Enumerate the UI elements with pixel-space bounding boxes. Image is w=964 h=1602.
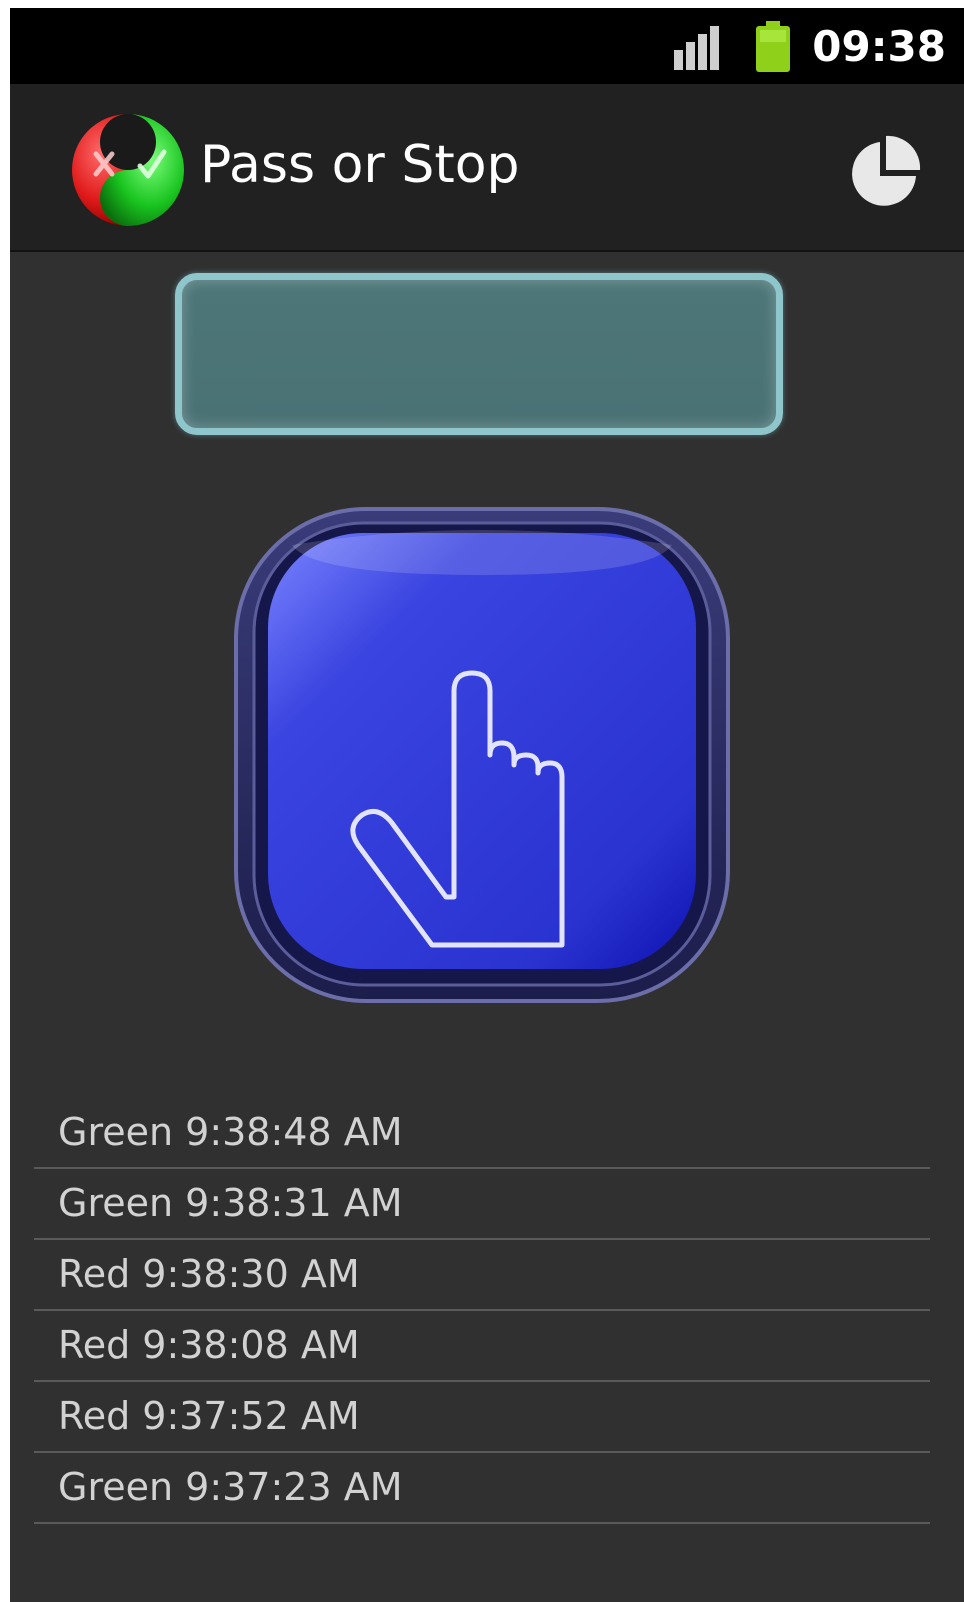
signal-icon	[674, 26, 719, 70]
history-item[interactable]: Red 9:38:30 AM	[34, 1240, 930, 1311]
history-list: Green 9:38:48 AM Green 9:38:31 AM Red 9:…	[34, 1098, 930, 1524]
history-item[interactable]: Green 9:38:31 AM	[34, 1169, 930, 1240]
red-x-green-check-logo-icon[interactable]	[68, 108, 188, 228]
action-bar: Pass or Stop	[10, 84, 964, 252]
pie-chart-icon[interactable]	[846, 134, 922, 210]
battery-icon	[756, 21, 790, 72]
app-screen: 09:38 Pass or Stop Green 9:38:48 AM Gree…	[10, 8, 964, 1602]
history-item[interactable]: Green 9:38:48 AM	[34, 1098, 930, 1169]
history-item[interactable]: Red 9:37:52 AM	[34, 1382, 930, 1453]
status-clock: 09:38	[812, 22, 946, 71]
status-bar: 09:38	[10, 8, 964, 84]
history-item[interactable]: Green 9:37:23 AM	[34, 1453, 930, 1524]
pass-stop-tap-button[interactable]	[232, 505, 732, 1005]
result-display	[175, 273, 783, 435]
history-item[interactable]: Red 9:38:08 AM	[34, 1311, 930, 1382]
app-title: Pass or Stop	[200, 135, 520, 195]
